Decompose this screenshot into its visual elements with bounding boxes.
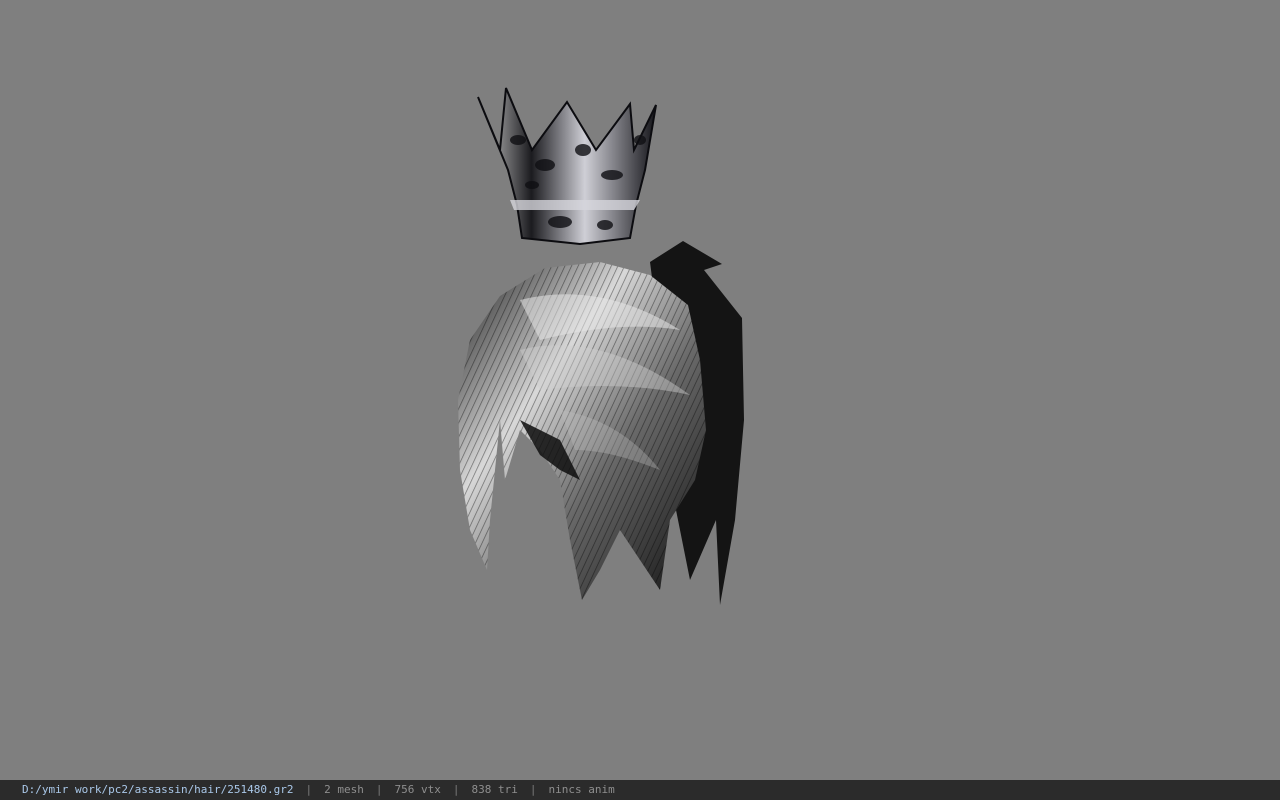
status-bar: D:/ymir work/pc2/assassin/hair/251480.gr… [0,780,1280,800]
separator: | [375,783,383,796]
3d-viewport[interactable] [0,0,1280,780]
animation-status: nincs anim [548,783,615,796]
triangle-count: 838 tri [471,783,518,796]
vertex-count: 756 vtx [394,783,441,796]
mesh-count: 2 mesh [324,783,364,796]
crown-model [477,87,657,246]
separator: | [305,783,313,796]
file-path: D:/ymir work/pc2/assassin/hair/251480.gr… [22,783,294,796]
separator: | [452,783,460,796]
separator: | [529,783,537,796]
model-render[interactable] [0,0,1280,780]
hair-model [458,241,744,605]
